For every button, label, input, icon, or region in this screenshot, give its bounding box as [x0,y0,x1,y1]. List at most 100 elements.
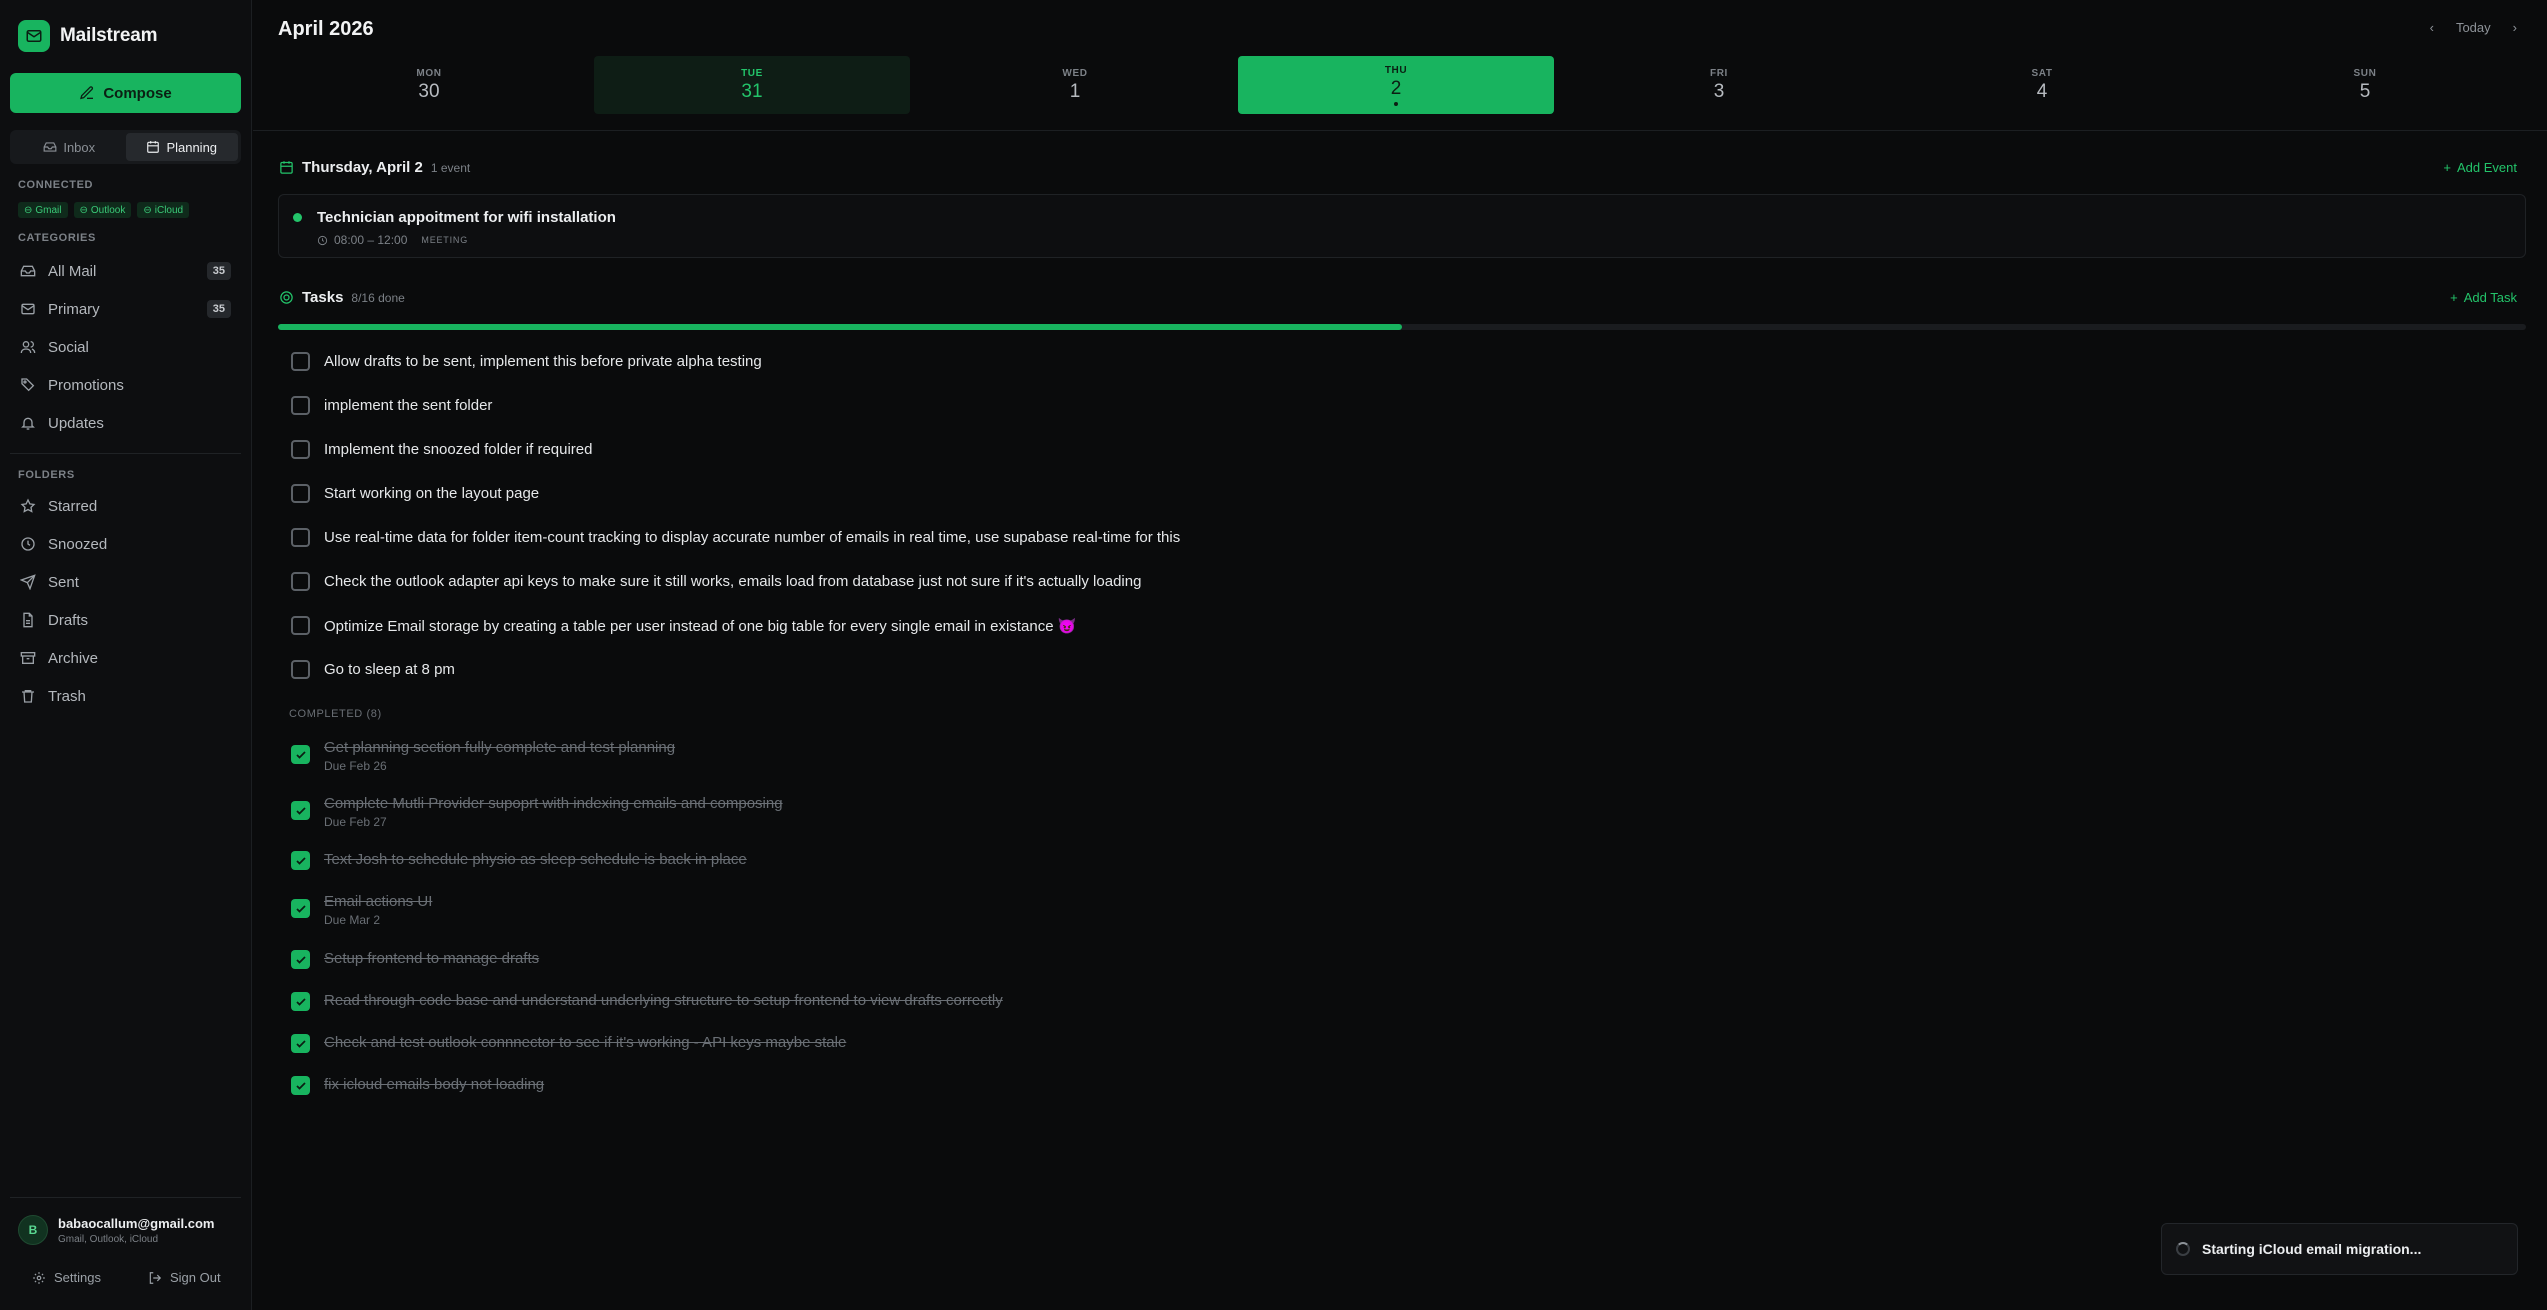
task-text[interactable]: Optimize Email storage by creating a tab… [324,617,1076,635]
task-checkbox[interactable] [291,396,310,415]
task-text[interactable]: Go to sleep at 8 pm [324,661,455,678]
task-text[interactable]: Read through code base and understand un… [324,992,1003,1009]
task-text[interactable]: Implement the snoozed folder if required [324,441,592,458]
task-checkbox-checked[interactable] [291,745,310,764]
task-checkbox[interactable] [291,484,310,503]
event-card[interactable]: Technician appoitment for wifi installat… [278,194,2526,258]
completed-task: Text Josh to schedule physio as sleep sc… [291,851,747,870]
sidebar-item-sent[interactable]: Sent [10,566,241,598]
task-text[interactable]: Text Josh to schedule physio as sleep sc… [324,851,747,868]
day-number: 30 [418,80,440,102]
settings-label: Settings [54,1270,101,1285]
task-text[interactable]: Allow drafts to be sent, implement this … [324,353,762,370]
chevron-left-icon[interactable]: ‹ [2430,20,2434,35]
task-checkbox[interactable] [291,528,310,547]
task-item: Optimize Email storage by creating a tab… [291,616,1076,635]
completed-task: fix icloud emails body not loading [291,1076,544,1095]
check-icon [295,1081,306,1090]
brand[interactable]: Mailstream [18,20,157,52]
check-icon [295,997,306,1006]
account-chip-gmail: ⊖ Gmail [18,202,68,218]
sidebar-item-snoozed[interactable]: Snoozed [10,528,241,560]
connected-heading: CONNECTED [18,179,94,191]
day-thu[interactable]: THU 2 [1238,56,1554,114]
task-checkbox-checked[interactable] [291,801,310,820]
inbox-icon [43,142,57,152]
completed-heading: COMPLETED (8) [289,708,382,720]
compose-button[interactable]: Compose [10,73,241,113]
user-email: babaocallum@gmail.com [58,1215,215,1231]
task-text[interactable]: Get planning section fully complete and … [324,739,675,756]
task-checkbox-checked[interactable] [291,950,310,969]
task-checkbox-checked[interactable] [291,1076,310,1095]
check-icon [295,856,306,865]
sidebar-item-starred[interactable]: Starred [10,490,241,522]
chevron-right-icon[interactable]: › [2513,20,2517,35]
add-task-button[interactable]: + Add Task [2450,290,2517,305]
event-indicator-dot [1394,101,1398,106]
day-number: 5 [2359,80,2371,102]
task-item: Allow drafts to be sent, implement this … [291,352,762,371]
today-button[interactable]: Today [2456,20,2491,35]
sidebar-item-label: Trash [48,687,86,705]
task-checkbox[interactable] [291,616,310,635]
day-fri[interactable]: FRI 3 [1561,56,1877,114]
day-mon[interactable]: MON 30 [271,56,587,114]
task-checkbox-checked[interactable] [291,1034,310,1053]
add-event-button[interactable]: + Add Event [2443,160,2517,175]
task-text[interactable]: Setup frontend to manage drafts [324,950,539,967]
check-icon [295,904,306,913]
settings-button[interactable]: Settings [32,1270,101,1285]
task-text[interactable]: Complete Mutli Provider supoprt with ind… [324,795,783,812]
sidebar-item-drafts[interactable]: Drafts [10,604,241,636]
task-due: Due Mar 2 [324,913,381,927]
mail-logo-icon [18,20,50,52]
tab-planning[interactable]: Planning [125,133,238,161]
connected-accounts: ⊖ Gmail ⊖ Outlook ⊖ iCloud [18,202,190,218]
sidebar-item-promotions[interactable]: Promotions [10,369,241,401]
day-number: 31 [741,80,763,102]
migration-toast: Starting iCloud email migration... [2161,1223,2518,1275]
day-sun[interactable]: SUN 5 [2207,56,2523,114]
task-item: Start working on the layout page [291,484,539,503]
tab-inbox[interactable]: Inbox [13,133,126,161]
task-checkbox[interactable] [291,660,310,679]
task-text[interactable]: Start working on the layout page [324,485,539,502]
sidebar-item-primary[interactable]: Primary 35 [10,293,241,325]
task-checkbox[interactable] [291,440,310,459]
toast-text: Starting iCloud email migration... [2202,1241,2422,1257]
day-name: WED [1062,67,1088,79]
sidebar-item-label: Social [48,338,89,356]
task-text[interactable]: implement the sent folder [324,397,492,414]
event-type-tag: MEETING [421,235,469,245]
sign-out-button[interactable]: Sign Out [148,1270,221,1285]
day-tue[interactable]: TUE 31 [594,56,910,114]
sidebar-item-all-mail[interactable]: All Mail 35 [10,255,241,287]
day-wed[interactable]: WED 1 [917,56,1233,114]
task-text[interactable]: Email actions UI [324,893,432,910]
completed-task: Check and test outlook connnector to see… [291,1034,846,1053]
sidebar-item-updates[interactable]: Updates [10,407,241,439]
month-title: April 2026 [278,18,374,40]
sidebar-item-social[interactable]: Social [10,331,241,363]
task-text[interactable]: Check and test outlook connnector to see… [324,1034,846,1051]
task-checkbox-checked[interactable] [291,851,310,870]
task-checkbox-checked[interactable] [291,992,310,1011]
task-text[interactable]: Check the outlook adapter api keys to ma… [324,573,1141,590]
day-number: 3 [1713,80,1725,102]
task-checkbox[interactable] [291,572,310,591]
sidebar-item-archive[interactable]: Archive [10,642,241,674]
task-checkbox[interactable] [291,352,310,371]
task-checkbox-checked[interactable] [291,899,310,918]
task-text[interactable]: fix icloud emails body not loading [324,1076,544,1093]
folders-heading: FOLDERS [18,469,75,481]
user-profile[interactable]: B babaocallum@gmail.com Gmail, Outlook, … [18,1215,214,1245]
day-sat[interactable]: SAT 4 [1884,56,2200,114]
day-name: MON [416,67,442,79]
compose-label: Compose [103,84,172,102]
sidebar-item-label: Drafts [48,611,89,629]
task-text[interactable]: Use real-time data for folder item-count… [324,529,1180,546]
sidebar-item-trash[interactable]: Trash [10,680,241,712]
add-task-label: Add Task [2463,290,2517,305]
users-icon [20,341,36,354]
